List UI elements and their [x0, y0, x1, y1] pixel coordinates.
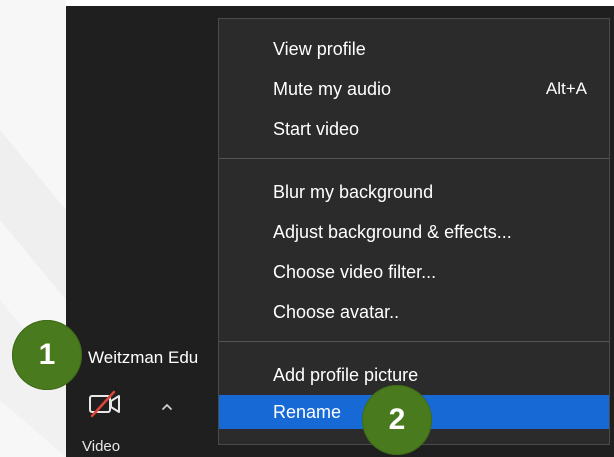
participant-name-label: Weitzman Edu — [88, 348, 199, 367]
menu-item-blur-background[interactable]: Blur my background — [219, 175, 609, 209]
chevron-up-icon[interactable] — [160, 400, 174, 414]
menu-item-video-filter[interactable]: Choose video filter... — [219, 255, 609, 289]
step-badge-2: 2 — [362, 385, 432, 455]
menu-item-add-profile-picture[interactable]: Add profile picture — [219, 358, 609, 392]
video-off-icon — [89, 390, 120, 418]
menu-item-label: Add profile picture — [273, 365, 419, 385]
menu-item-label: Rename — [273, 402, 342, 422]
participant-context-menu: View profile Mute my audio Alt+A Start v… — [218, 18, 610, 445]
shortcut-label: Alt+A — [545, 79, 587, 98]
menu-item-label: Adjust background & effects... — [273, 222, 512, 242]
menu-item-label: Blur my background — [273, 182, 434, 202]
menu-item-mute-audio[interactable]: Mute my audio Alt+A — [219, 72, 609, 106]
step-badge-1: 1 — [12, 320, 82, 390]
video-button-label: Video — [82, 438, 121, 455]
menu-item-label: Choose avatar.. — [273, 302, 400, 322]
video-button[interactable]: Video — [80, 390, 140, 457]
menu-divider — [219, 158, 609, 159]
menu-divider — [219, 341, 609, 342]
menu-item-view-profile[interactable]: View profile — [219, 32, 609, 66]
menu-item-label: Mute my audio — [273, 79, 392, 99]
menu-item-choose-avatar[interactable]: Choose avatar.. — [219, 295, 609, 329]
menu-item-start-video[interactable]: Start video — [219, 112, 609, 146]
menu-item-label: Start video — [273, 119, 360, 139]
menu-item-label: View profile — [273, 39, 366, 59]
menu-item-label: Choose video filter... — [273, 262, 437, 282]
menu-item-adjust-background[interactable]: Adjust background & effects... — [219, 215, 609, 249]
